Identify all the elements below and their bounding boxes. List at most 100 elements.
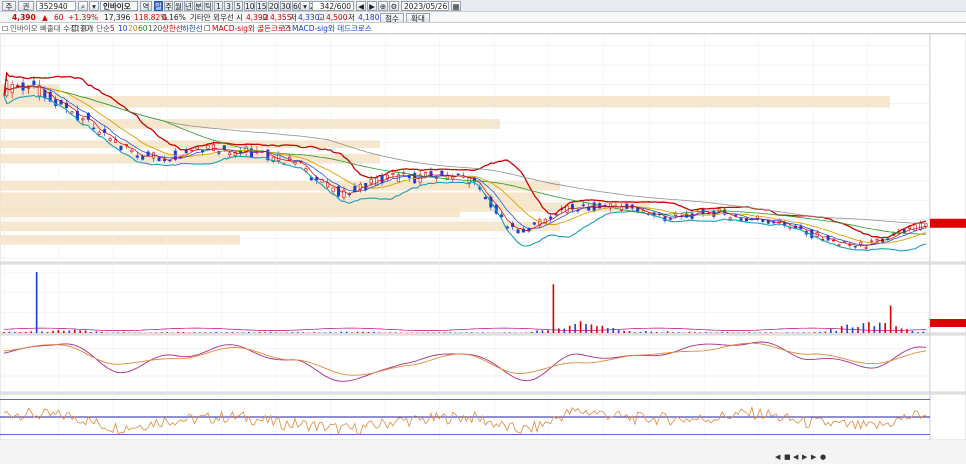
chevron-down-icon[interactable]: ▾ xyxy=(300,1,310,11)
candle-body xyxy=(130,149,134,153)
stock-chart[interactable]: ◀ ■ ◀ ▶ ▶ ● xyxy=(0,34,966,464)
period-button-20[interactable]: 20 xyxy=(268,1,279,11)
candle-body xyxy=(668,218,672,220)
ma120-label: 120 xyxy=(148,24,163,33)
code-type-select[interactable]: 권 xyxy=(18,1,34,11)
scroll-right-icon[interactable]: ▶ xyxy=(367,1,377,11)
volume-bar xyxy=(895,326,897,333)
volume-bar xyxy=(672,332,674,333)
period-button-30[interactable]: 30 xyxy=(280,1,291,11)
volume-bar xyxy=(846,324,848,333)
volume-bar xyxy=(906,329,908,333)
volume-bar xyxy=(547,330,549,333)
reverse-button[interactable]: 역 xyxy=(140,1,152,11)
volume-bar xyxy=(122,332,125,333)
high-label: 고 xyxy=(262,13,269,22)
volume-bar xyxy=(878,322,881,333)
volume-bar xyxy=(721,332,723,333)
candle-body xyxy=(32,80,36,86)
period-button-15[interactable]: 15 xyxy=(256,1,267,11)
volume-bar xyxy=(427,332,430,333)
period-button-분[interactable]: 분 xyxy=(194,1,203,11)
stock-code-input[interactable]: 352940 xyxy=(36,1,76,11)
date-input[interactable]: 2023/05/26 xyxy=(401,1,449,11)
volume-bar xyxy=(917,332,919,333)
candle-body xyxy=(141,155,145,160)
volume-bar xyxy=(813,332,816,333)
period-button-5[interactable]: 5 xyxy=(234,1,243,11)
candle-body xyxy=(641,210,645,213)
candle-body xyxy=(92,127,96,130)
quote-bar: 4,390 ▲ 60 +1.39% 17,396 118.82% 0.16% 기… xyxy=(0,12,966,23)
volume-bar xyxy=(509,332,511,333)
volume-bar xyxy=(90,331,92,333)
scroll-control-icon[interactable]: ◀ xyxy=(775,453,781,461)
volume-bar xyxy=(394,332,397,333)
scroll-left-icon[interactable]: ◀ xyxy=(356,1,366,11)
volume-bar xyxy=(563,328,566,333)
candle-body xyxy=(853,246,857,248)
candle-body xyxy=(870,240,874,243)
period-button-10[interactable]: 10 xyxy=(244,1,255,11)
volume-bar xyxy=(242,332,245,333)
jump-button[interactable]: 점수 xyxy=(380,13,404,22)
volume-bar xyxy=(209,332,212,333)
volume-bar xyxy=(302,332,304,333)
last-price-tag-bg xyxy=(930,218,966,228)
candle-body xyxy=(108,138,112,141)
volume-bar xyxy=(95,331,98,333)
period-button-주[interactable]: 주 xyxy=(164,1,173,11)
gear-icon[interactable]: ⚙ xyxy=(389,1,399,11)
zoom-icon[interactable]: ⊕ xyxy=(378,1,388,11)
volume-bar xyxy=(155,332,158,333)
volume-bar xyxy=(389,332,392,333)
scroll-control-icon[interactable]: ▶ xyxy=(811,453,817,461)
period-button-년[interactable]: 년 xyxy=(184,1,193,11)
period-button-일[interactable]: 일 xyxy=(154,1,163,11)
candle-body xyxy=(364,183,368,191)
candle-body xyxy=(516,229,520,234)
period-button-틱[interactable]: 틱 xyxy=(204,1,213,11)
search-icon[interactable]: ⌕ xyxy=(78,1,88,11)
volume-bar xyxy=(177,332,179,333)
volume-bar xyxy=(345,331,348,333)
calendar-icon[interactable]: ▦ xyxy=(451,1,461,11)
dead-checkbox-icon[interactable]: ☐ xyxy=(284,24,291,33)
candle-body xyxy=(913,224,917,232)
volume-bar xyxy=(226,332,228,333)
scroll-control-icon[interactable]: ◀ xyxy=(793,453,799,461)
candle-body xyxy=(483,197,487,200)
close-value: 4,180 xyxy=(358,13,380,22)
period-button-1[interactable]: 1 xyxy=(214,1,223,11)
scroll-control-icon[interactable]: ▶ xyxy=(802,453,808,461)
list-icon[interactable]: ▾ xyxy=(89,1,99,11)
high-value: 4,355 xyxy=(270,13,292,22)
expand-button[interactable]: 확대 xyxy=(406,13,430,22)
volume-bar xyxy=(568,325,571,333)
ma-checkbox-icon[interactable]: ☐ xyxy=(72,24,79,33)
candle-body xyxy=(766,220,770,224)
candle-body xyxy=(97,131,101,135)
candle-body xyxy=(554,214,558,216)
volume-bar xyxy=(726,332,729,333)
dead-cross-label: MACD-sig와 데드크로스 xyxy=(292,24,372,33)
period-button-3[interactable]: 3 xyxy=(224,1,233,11)
scroll-control-icon[interactable]: ■ xyxy=(784,453,791,461)
legend-checkbox-icon[interactable]: ☐ xyxy=(2,24,8,33)
volume-bar xyxy=(269,332,272,333)
record-count-field[interactable]: 342/600 xyxy=(312,1,354,11)
volume-bar xyxy=(275,332,277,333)
volume-bar xyxy=(324,332,326,333)
candle-body xyxy=(391,173,395,176)
period-button-월[interactable]: 월 xyxy=(174,1,183,11)
change-arrow-icon: ▲ xyxy=(42,13,48,22)
volume-bar xyxy=(824,331,827,333)
volume-bar xyxy=(313,332,315,333)
volume-bar xyxy=(193,332,196,333)
scroll-control-icon[interactable]: ● xyxy=(820,453,826,461)
volume-bar xyxy=(530,331,533,333)
volume-bar xyxy=(35,272,38,333)
extra-label: 고 xyxy=(318,13,325,22)
menu-button[interactable]: 주 xyxy=(2,1,16,11)
golden-checkbox-icon[interactable]: ☐ xyxy=(204,24,211,33)
